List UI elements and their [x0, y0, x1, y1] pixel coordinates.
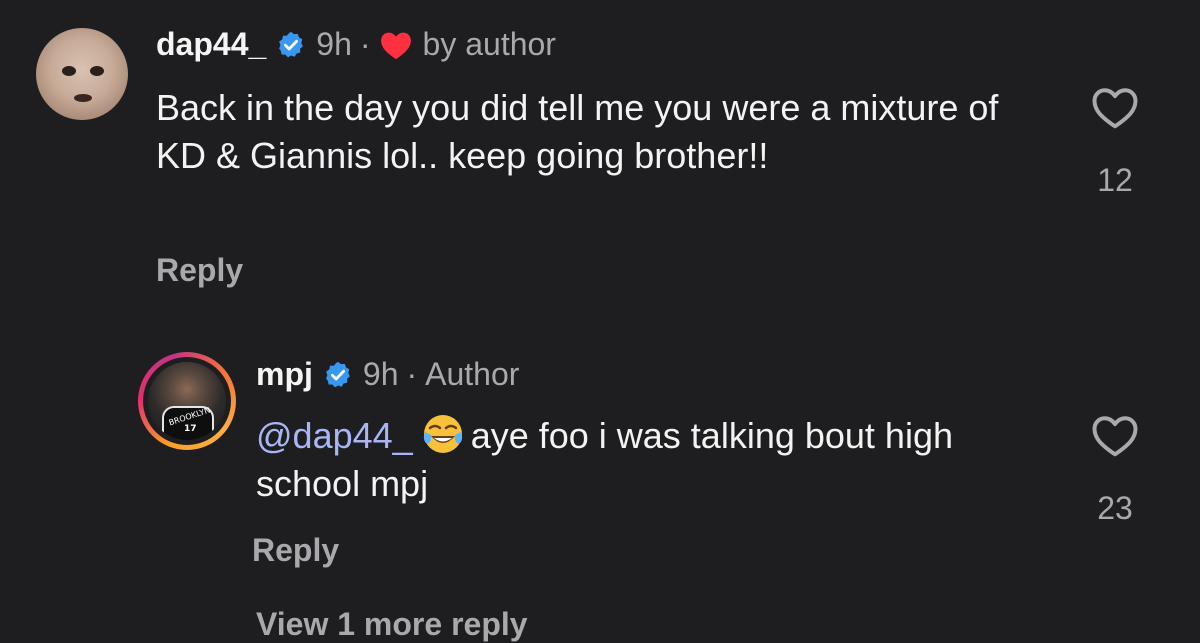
avatar[interactable]: BROOKLYN 17	[138, 352, 236, 450]
username[interactable]: dap44_	[156, 26, 266, 63]
liked-by-author-label: by author	[422, 26, 556, 62]
comment-text: @dap44_ aye foo i was talking bout high …	[256, 412, 1056, 508]
heart-outline-icon[interactable]	[1089, 84, 1141, 130]
jersey: BROOKLYN 17	[162, 406, 214, 440]
author-label: Author	[425, 356, 520, 392]
avatar[interactable]	[36, 28, 128, 120]
timestamp: 9h	[362, 356, 399, 392]
username[interactable]: mpj	[256, 356, 313, 393]
view-more-replies-button[interactable]: View 1 more reply	[256, 606, 528, 643]
mention-link[interactable]: @dap44_	[256, 415, 413, 456]
separator: ·	[359, 26, 371, 62]
timestamp: 9h	[316, 26, 352, 62]
separator: ·	[406, 356, 418, 392]
jersey-number: 17	[184, 424, 197, 434]
heart-filled-icon	[380, 32, 411, 59]
comment-meta: dap44_ 9h · by author	[156, 26, 556, 63]
verified-badge-icon	[326, 361, 350, 387]
like-count: 23	[1097, 490, 1133, 526]
like-count: 12	[1097, 162, 1133, 198]
player-photo: BROOKLYN 17	[148, 362, 226, 440]
comment-text: Back in the day you did tell me you were…	[156, 87, 999, 176]
comment-meta: mpj 9h · Author	[256, 356, 519, 393]
verified-badge-icon	[279, 31, 304, 57]
reply-button[interactable]: Reply	[252, 532, 339, 569]
reply-button[interactable]: Reply	[156, 252, 243, 289]
tears-of-joy-emoji-icon	[423, 415, 462, 453]
heart-outline-icon[interactable]	[1089, 412, 1141, 458]
